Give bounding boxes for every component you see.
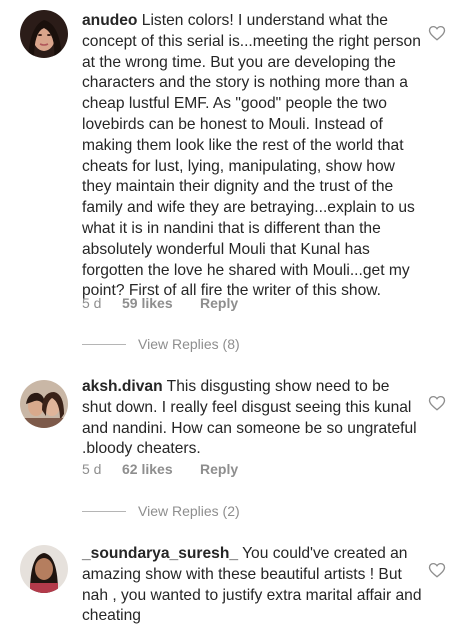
divider-line bbox=[82, 510, 126, 512]
heart-outline-icon[interactable] bbox=[428, 561, 446, 579]
view-replies-button[interactable]: View Replies (8) bbox=[82, 336, 240, 352]
avatar[interactable] bbox=[20, 380, 68, 428]
divider-line bbox=[82, 343, 126, 345]
heart-outline-icon[interactable] bbox=[428, 394, 446, 412]
heart-outline-icon[interactable] bbox=[428, 24, 446, 42]
comment-likes[interactable]: 59 likes bbox=[122, 295, 200, 311]
comment-text: aksh.divan This disgusting show need to … bbox=[82, 377, 422, 460]
avatar[interactable] bbox=[20, 10, 68, 58]
comment-meta: 5 d 62 likes Reply bbox=[82, 461, 238, 477]
avatar[interactable] bbox=[20, 545, 68, 593]
view-replies-button[interactable]: View Replies (2) bbox=[82, 503, 240, 519]
comment-username[interactable]: aksh.divan bbox=[82, 378, 163, 395]
comment-body: Listen colors! I understand what the con… bbox=[82, 12, 421, 300]
view-replies-label: View Replies (2) bbox=[138, 503, 240, 519]
comment-text: anudeo Listen colors! I understand what … bbox=[82, 11, 422, 302]
comment-meta: 5 d 59 likes Reply bbox=[82, 295, 238, 311]
comment-text: _soundarya_suresh_ You could've created … bbox=[82, 544, 422, 627]
reply-button[interactable]: Reply bbox=[200, 461, 238, 477]
comment-time: 5 d bbox=[82, 295, 102, 311]
comment-likes[interactable]: 62 likes bbox=[122, 461, 200, 477]
reply-button[interactable]: Reply bbox=[200, 295, 238, 311]
comment-time: 5 d bbox=[82, 461, 102, 477]
comment-username[interactable]: anudeo bbox=[82, 12, 137, 29]
view-replies-label: View Replies (8) bbox=[138, 336, 240, 352]
comment-username[interactable]: _soundarya_suresh_ bbox=[82, 545, 238, 562]
